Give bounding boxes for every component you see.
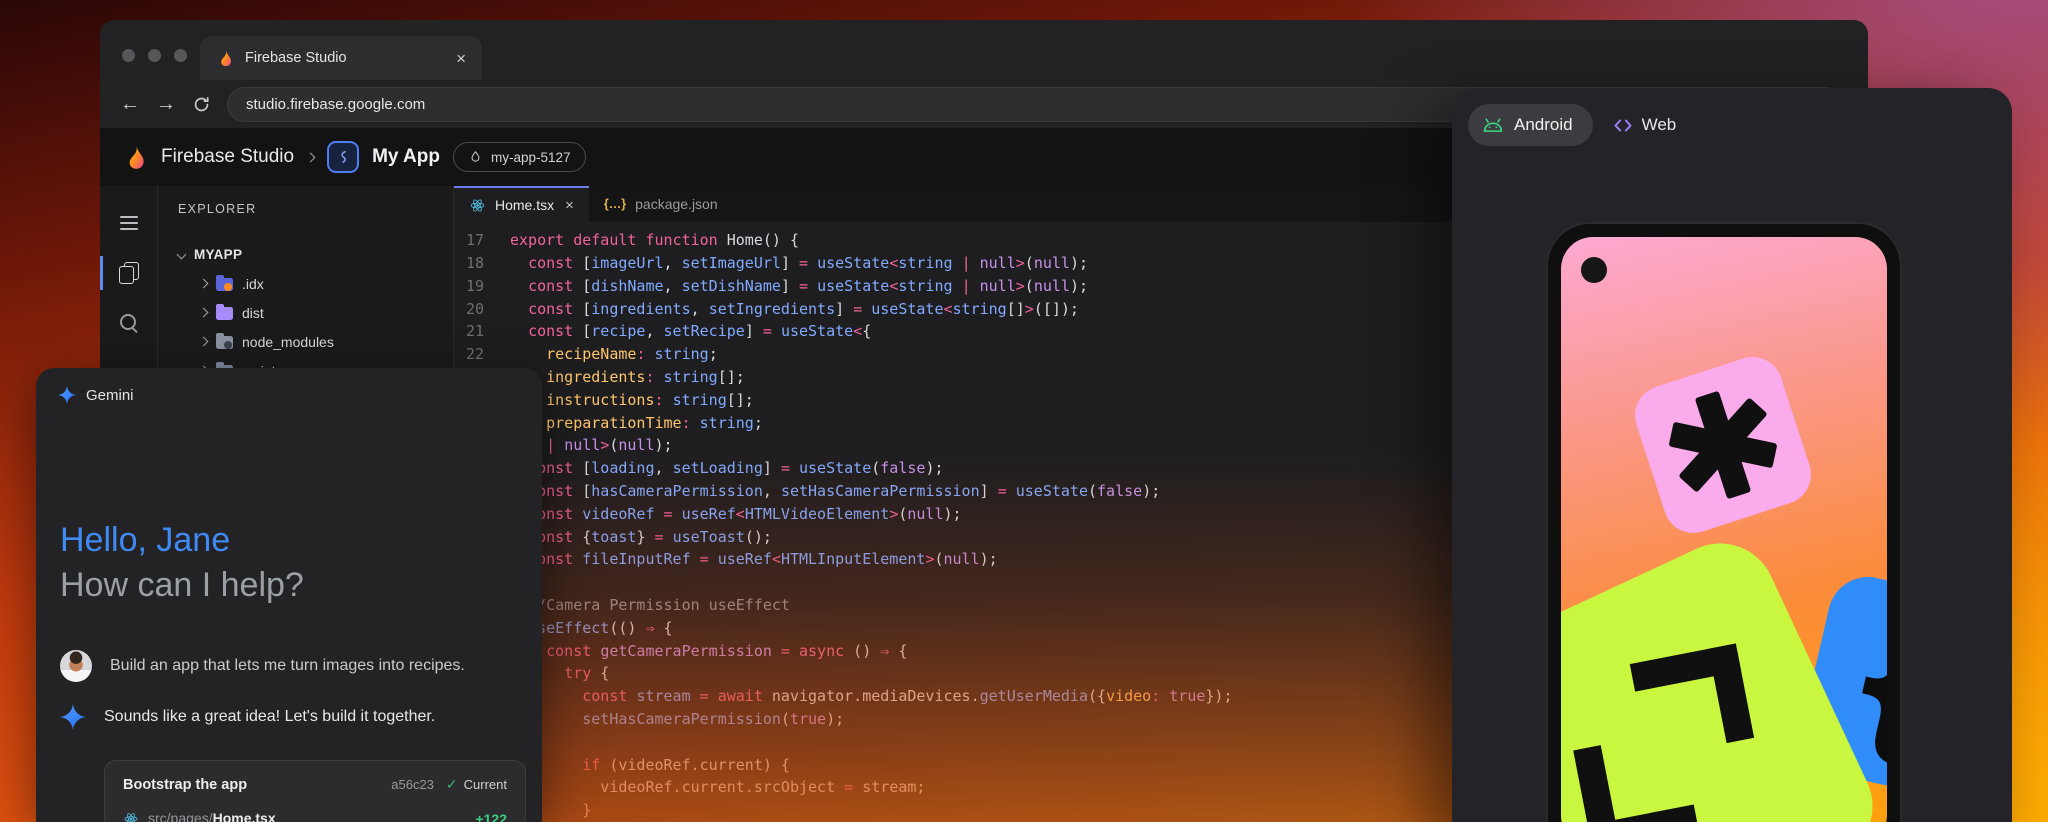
user-avatar — [60, 650, 92, 682]
back-arrow-icon[interactable]: ← — [120, 94, 140, 114]
camera-punch-hole — [1581, 257, 1607, 283]
gemini-message-text: Sounds like a great idea! Let's build it… — [104, 708, 435, 726]
chevron-right-icon — [306, 152, 316, 162]
bootstrap-card[interactable]: Bootstrap the app a56c23 ✓ Current src/p… — [104, 760, 526, 822]
preview-panel: Android Web { — [1452, 88, 2012, 822]
menu-button[interactable] — [100, 198, 158, 248]
explorer-activity-button[interactable] — [100, 248, 158, 298]
tab-title: Firebase Studio — [245, 50, 445, 66]
forward-arrow-icon[interactable]: → — [156, 94, 176, 114]
file-name: Home.tsx — [213, 810, 276, 822]
phone-screen: { — [1561, 237, 1887, 822]
gemini-header: Gemini — [58, 386, 134, 404]
gemini-greeting: Hello, Jane How can I help? — [60, 518, 304, 608]
tree-item-label: dist — [242, 305, 264, 321]
braces-icon: {…} — [604, 197, 626, 211]
tab-close-icon[interactable]: × — [456, 50, 466, 67]
platform-toggle: Android Web — [1468, 104, 1676, 146]
diff-added-count: +122 — [475, 811, 507, 822]
chevron-right-icon — [199, 308, 209, 318]
line-number: 22 — [454, 343, 510, 366]
firebase-flame-icon — [216, 49, 234, 67]
chevron-right-icon — [199, 337, 209, 347]
changed-file-row[interactable]: src/pages/Home.tsx +122 — [123, 810, 507, 822]
user-message: Build an app that lets me turn images in… — [60, 650, 524, 682]
maximize-window-dot[interactable] — [174, 49, 187, 62]
explorer-title: EXPLORER — [178, 202, 453, 216]
gemini-panel: Gemini Hello, Jane How can I help? Build… — [36, 368, 542, 822]
folder-icon — [216, 278, 233, 291]
tab-home-tsx[interactable]: Home.tsx × — [454, 186, 589, 222]
react-icon — [469, 197, 486, 214]
tab-label: Home.tsx — [495, 197, 554, 213]
files-icon — [119, 262, 139, 284]
firebase-flame-icon — [122, 144, 148, 170]
brackets-icon — [1561, 622, 1794, 822]
gemini-message: Sounds like a great idea! Let's build it… — [60, 704, 524, 730]
hamburger-icon — [120, 216, 138, 230]
status-badge: Current — [464, 777, 507, 792]
toggle-web[interactable]: Web — [1613, 115, 1677, 135]
stage: Firebase Studio × ← → studio.firebase.go… — [0, 0, 2048, 822]
project-id-pill[interactable]: my-app-5127 — [453, 142, 586, 172]
gemini-title: Gemini — [86, 387, 134, 404]
line-number: 21 — [454, 320, 510, 343]
tree-item-idx[interactable]: .idx — [178, 269, 453, 298]
reload-icon[interactable] — [192, 95, 211, 114]
line-number: 18 — [454, 252, 510, 275]
close-tab-icon[interactable]: × — [565, 197, 574, 214]
browser-tab[interactable]: Firebase Studio × — [200, 36, 482, 80]
greeting-line2: How can I help? — [60, 563, 304, 608]
android-phone-frame: { — [1546, 222, 1902, 822]
code-icon — [1613, 117, 1633, 134]
tree-root-label: MYAPP — [194, 247, 242, 262]
app-name[interactable]: My App — [372, 146, 440, 168]
line-number: 20 — [454, 298, 510, 321]
gemini-star-icon — [60, 704, 86, 730]
tree-item-label: node_modules — [242, 334, 334, 350]
chevron-down-icon — [177, 250, 187, 260]
pink-asterisk-tile — [1627, 349, 1819, 541]
app-prototype-icon — [327, 141, 359, 173]
search-activity-button[interactable] — [100, 298, 158, 348]
breadcrumb-product[interactable]: Firebase Studio — [161, 146, 294, 168]
file-tree: MYAPP .idxdistnode_modulesscripts — [178, 240, 453, 385]
url-text: studio.firebase.google.com — [246, 96, 425, 113]
file-path: src/pages/ — [148, 810, 213, 822]
line-number: 19 — [454, 275, 510, 298]
search-icon — [119, 313, 139, 333]
tab-package-json[interactable]: {…} package.json — [589, 186, 733, 222]
tree-item-nodemodules[interactable]: node_modules — [178, 327, 453, 356]
folder-icon — [216, 336, 233, 349]
window-controls[interactable] — [122, 49, 187, 62]
tab-label: package.json — [635, 196, 718, 212]
tree-root-myapp[interactable]: MYAPP — [178, 240, 453, 269]
react-icon — [123, 811, 139, 822]
greeting-line1: Hello, Jane — [60, 518, 304, 563]
line-number: 17 — [454, 229, 510, 252]
toggle-android-label: Android — [1514, 115, 1573, 135]
tree-item-label: .idx — [242, 276, 264, 292]
minimize-window-dot[interactable] — [148, 49, 161, 62]
card-title: Bootstrap the app — [123, 777, 391, 793]
folder-icon — [216, 307, 233, 320]
check-icon: ✓ — [446, 776, 458, 793]
asterisk-icon — [1654, 376, 1793, 515]
toggle-android[interactable]: Android — [1468, 104, 1593, 146]
toggle-web-label: Web — [1642, 115, 1677, 135]
android-icon — [1482, 117, 1504, 133]
browser-chrome: Firebase Studio × — [100, 20, 1868, 80]
chevron-right-icon — [199, 279, 209, 289]
project-id-text: my-app-5127 — [491, 150, 571, 165]
close-window-dot[interactable] — [122, 49, 135, 62]
tree-item-dist[interactable]: dist — [178, 298, 453, 327]
user-message-text: Build an app that lets me turn images in… — [110, 657, 465, 675]
gemini-star-icon — [58, 386, 76, 404]
commit-hash: a56c23 — [391, 777, 434, 792]
droplet-icon — [468, 150, 483, 165]
